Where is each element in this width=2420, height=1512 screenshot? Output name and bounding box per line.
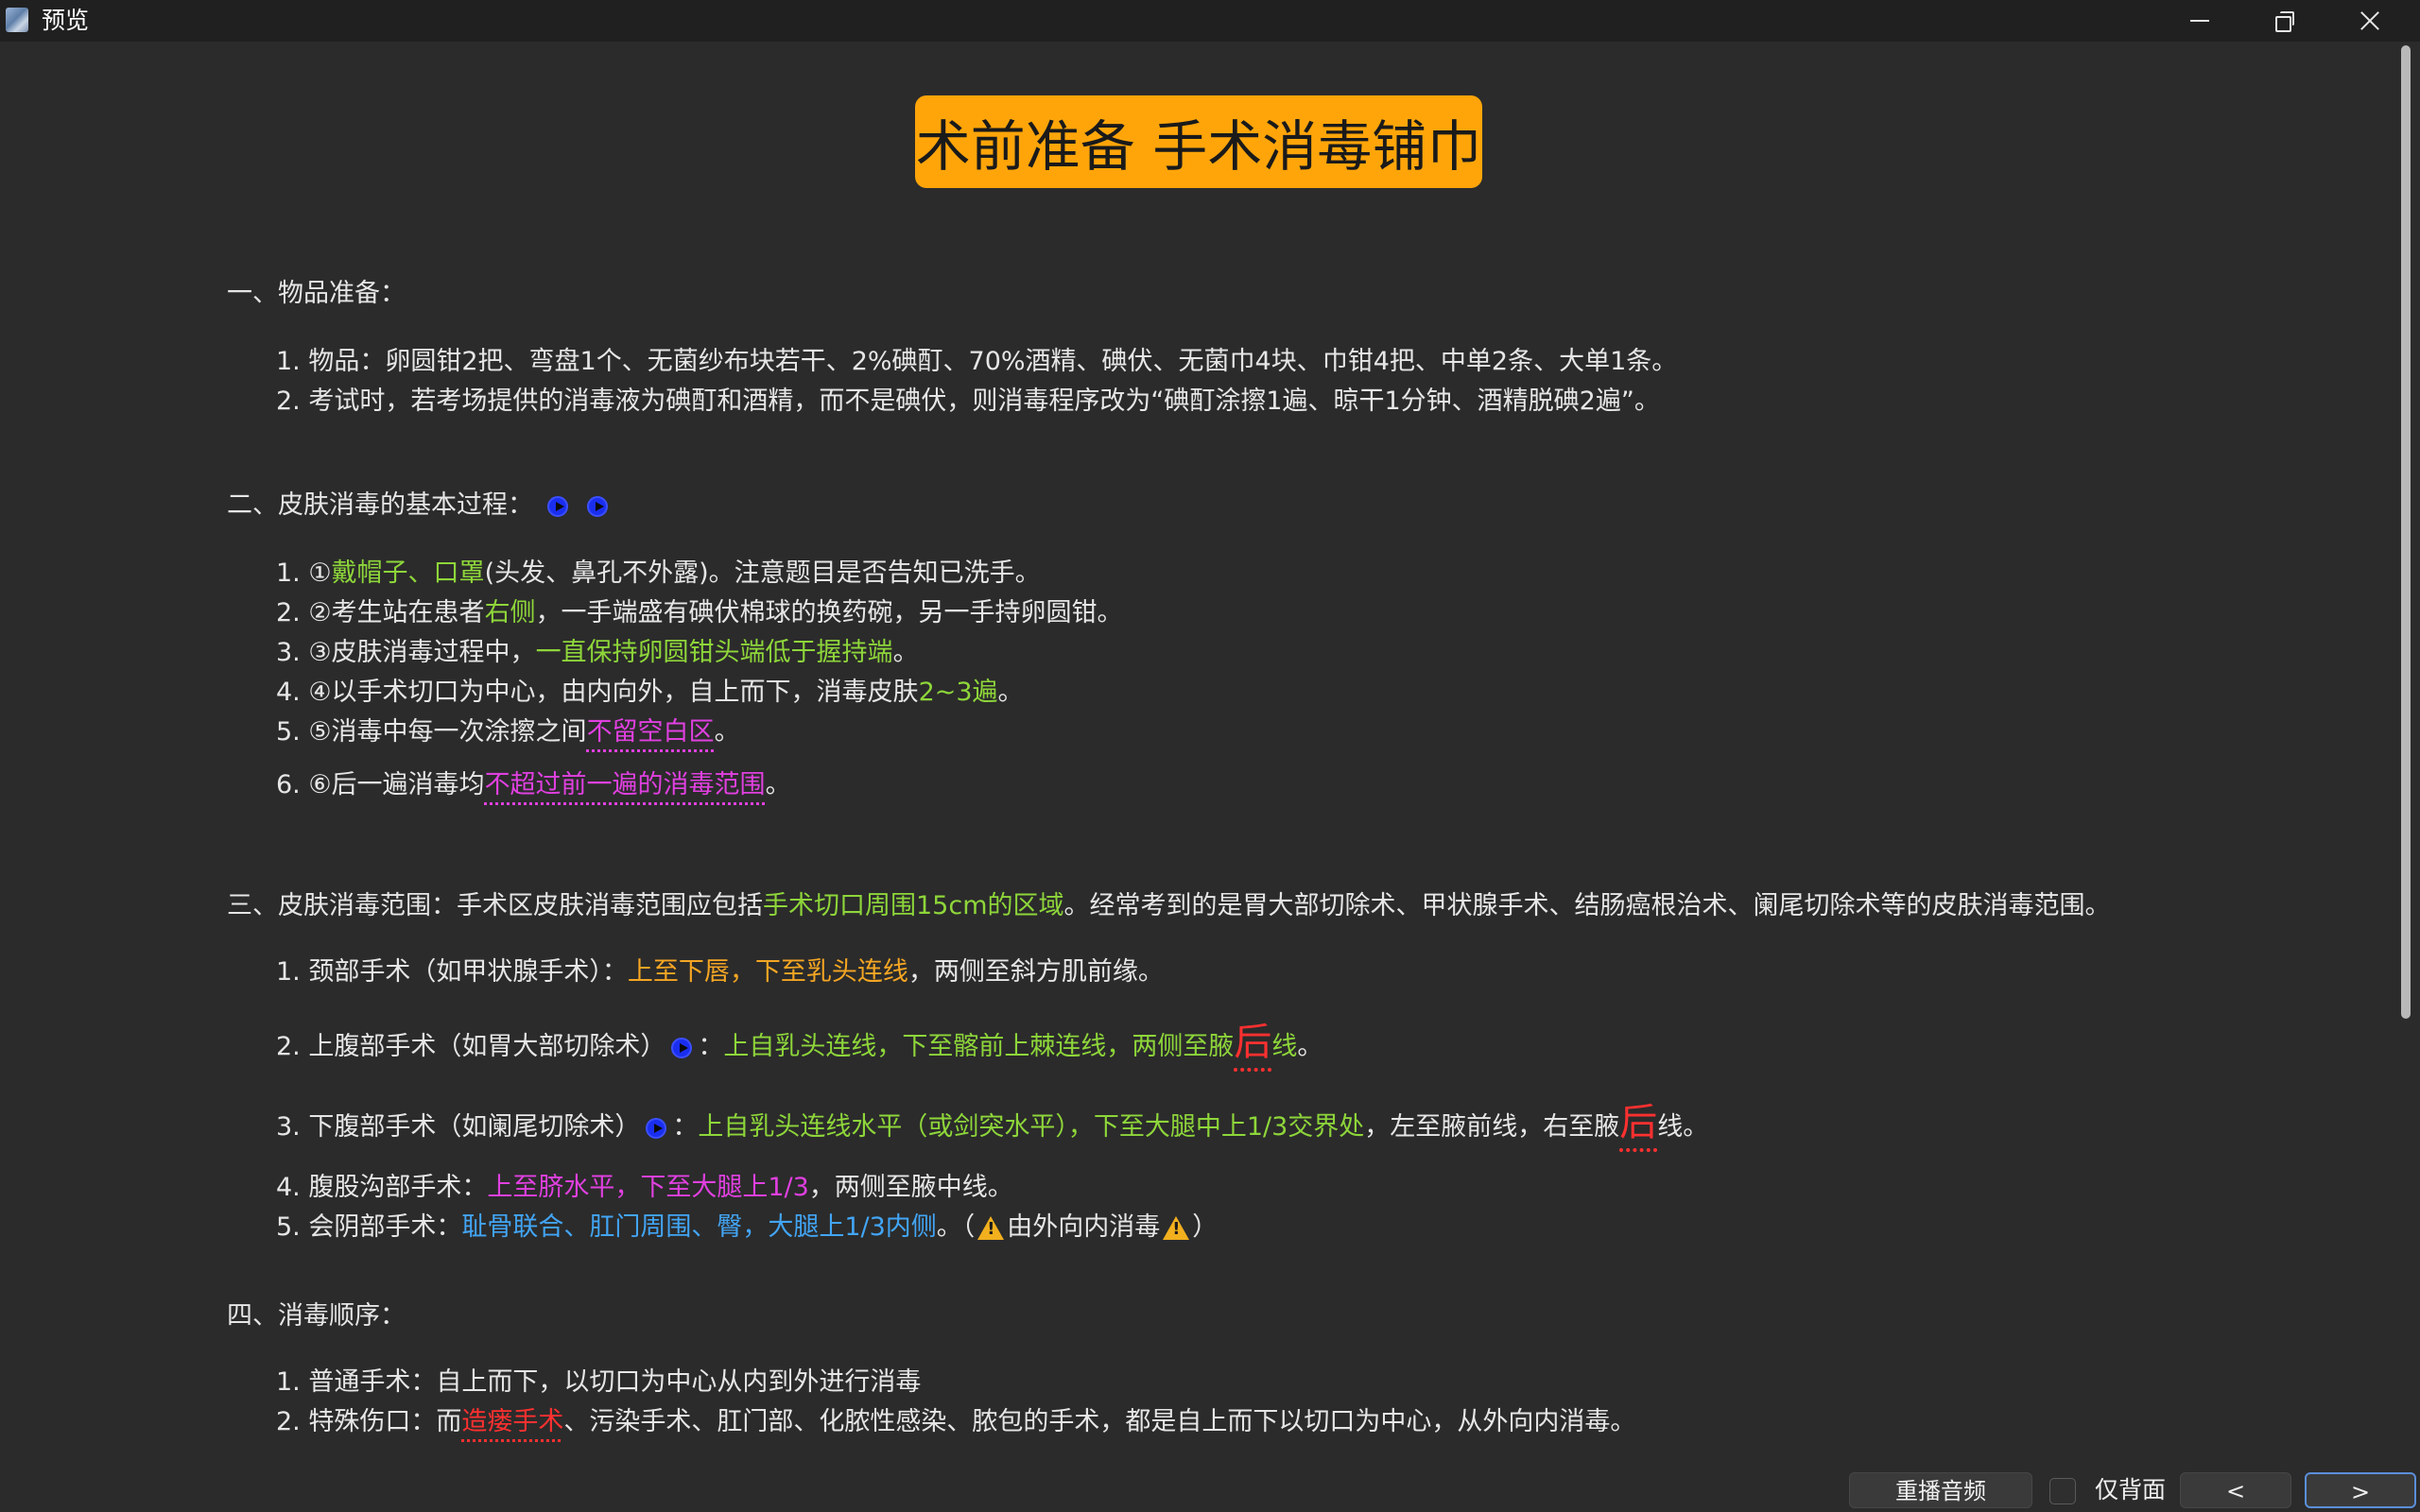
bottom-control-bar: 重播音频 仅背面 < > [0, 1469, 2420, 1512]
section-1-heading: 一、物品准备： [227, 279, 406, 308]
item-highlight: 不超过前一遍的消毒范围 [484, 770, 766, 799]
heading-text: 。经常考到的是胃大部切除术、甲状腺手术、结肠癌根治术、阑尾切除术等的皮肤消毒范围… [1063, 891, 2111, 920]
item-text: ： [698, 1032, 724, 1061]
minimize-icon [2190, 20, 2209, 22]
item-text: 。 [997, 678, 1024, 707]
scrollbar-thumb[interactable] [2401, 45, 2411, 1019]
item-highlight: 右侧 [484, 598, 536, 627]
item-text: 4. 腹股沟部手术： [276, 1173, 488, 1202]
next-button[interactable]: > [2305, 1472, 2416, 1508]
previous-button[interactable]: < [2180, 1472, 2291, 1508]
item-highlight: 上自乳头连线水平（或剑突水平），下至大腿中上1/3交界处 [698, 1112, 1365, 1142]
section-4-heading: 四、消毒顺序： [227, 1301, 406, 1331]
replay-audio-button[interactable]: 重播音频 [1849, 1472, 2032, 1508]
vertical-scrollbar[interactable] [2395, 45, 2416, 1028]
close-icon [2360, 10, 2380, 31]
item-highlight: 上至下唇，下至乳头连线 [627, 957, 908, 987]
item-highlight: 上自乳头连线，下至髂前上棘连线，两侧至腋 [723, 1032, 1235, 1061]
emphasis-char: 后 [1234, 1021, 1272, 1064]
play-audio-icon[interactable] [546, 495, 568, 517]
emphasis-char: 后 [1619, 1101, 1658, 1144]
item-text: 5. 会阴部手术： [276, 1212, 462, 1242]
section-3-item-3: 3. 下腹部手术（如阑尾切除术） ：上自乳头连线水平（或剑突水平），下至大腿中上1… [276, 1104, 1709, 1143]
heading-highlight: 手术切口周围15cm的区域 [763, 891, 1064, 920]
item-text: 2. ②考生站在患者 [276, 598, 485, 627]
item-text: (头发、鼻孔不外露)。注意题目是否告知已洗手。 [484, 558, 1041, 588]
restore-button[interactable] [2242, 0, 2327, 42]
section-2-item-5: 5. ⑤消毒中每一次涂擦之间不留空白区。 [276, 716, 740, 748]
item-text: ，左至腋前线，右至腋 [1364, 1112, 1620, 1142]
minimize-button[interactable] [2157, 0, 2242, 42]
item-text: 线。 [1657, 1112, 1709, 1142]
section-2-item-2: 2. ②考生站在患者右侧，一手端盛有碘伏棉球的换药碗，另一手持卵圆钳。 [276, 597, 1123, 629]
section-3-heading: 三、皮肤消毒范围：手术区皮肤消毒范围应包括手术切口周围15cm的区域。经常考到的… [227, 890, 2111, 922]
play-audio-icon[interactable] [587, 495, 609, 517]
section-3-item-2: 2. 上腹部手术（如胃大部切除术） ：上自乳头连线，下至髂前上棘连线，两侧至腋后线… [276, 1023, 1323, 1063]
item-highlight: 不留空白区 [586, 717, 715, 747]
item-text: 。 [714, 717, 740, 747]
item-text: 3. 下腹部手术（如阑尾切除术） [276, 1112, 641, 1142]
item-text: 。 [892, 638, 919, 667]
item-text: 。 [1297, 1032, 1323, 1061]
item-text: 2. 特殊伤口：而 [276, 1407, 462, 1436]
item-text: 5. ⑤消毒中每一次涂擦之间 [276, 717, 587, 747]
item-text: 、污染手术、肛门部、化脓性感染、脓包的手术，都是自上而下以切口为中心，从外向内消… [563, 1407, 1636, 1436]
window-title: 预览 [42, 7, 90, 34]
section-2-heading: 二、皮肤消毒的基本过程： [227, 490, 614, 522]
item-text: ） [1192, 1212, 1219, 1242]
item-text: 。 [765, 770, 791, 799]
item-text: ： [672, 1112, 699, 1142]
section-1-item-1: 1. 物品：卵圆钳2把、弯盘1个、无菌纱布块若干、2%碘酊、70%酒精、碘伏、无… [276, 347, 1678, 376]
item-text: 1. ① [276, 558, 332, 588]
item-text: 4. ④以手术切口为中心，由内向外，自上而下，消毒皮肤 [276, 678, 919, 707]
section-4-item-2: 2. 特殊伤口：而造瘘手术、污染手术、肛门部、化脓性感染、脓包的手术，都是自上而… [276, 1406, 1635, 1438]
play-audio-icon[interactable] [671, 1037, 693, 1058]
section-3-item-5: 5. 会阴部手术：耻骨联合、肛门周围、臀，大腿上1/3内侧。（ 由外向内消毒 ） [276, 1211, 1218, 1244]
item-highlight: 一直保持卵圆钳头端低于握持端 [535, 638, 893, 667]
app-icon [6, 8, 28, 32]
item-highlight: 2~3遍 [918, 678, 998, 707]
item-text: 。（ [936, 1212, 976, 1242]
warning-icon [1163, 1215, 1190, 1241]
close-button[interactable] [2327, 0, 2412, 42]
section-2-item-4: 4. ④以手术切口为中心，由内向外，自上而下，消毒皮肤2~3遍。 [276, 677, 1024, 709]
item-highlight: 耻骨联合、肛门周围、臀，大腿上1/3内侧 [461, 1212, 937, 1242]
item-highlight: 线 [1271, 1032, 1298, 1061]
item-text: 1. 颈部手术（如甲状腺手术）： [276, 957, 628, 987]
section-3-item-4: 4. 腹股沟部手术：上至脐水平，下至大腿上1/3，两侧至腋中线。 [276, 1172, 1013, 1204]
preview-content: 术前准备 手术消毒铺巾 一、物品准备： 1. 物品：卵圆钳2把、弯盘1个、无菌纱… [0, 42, 2392, 1469]
item-highlight: 造瘘手术 [461, 1407, 564, 1436]
section-1-item-2: 2. 考试时，若考场提供的消毒液为碘酊和酒精，而不是碘伏，则消毒程序改为“碘酊涂… [276, 387, 1660, 416]
section-3-item-1: 1. 颈部手术（如甲状腺手术）：上至下唇，下至乳头连线，两侧至斜方肌前缘。 [276, 956, 1164, 988]
item-highlight: 戴帽子、口罩 [331, 558, 485, 588]
item-text: ，两侧至腋中线。 [808, 1173, 1013, 1202]
item-text: 由外向内消毒 [1007, 1212, 1161, 1242]
back-only-checkbox[interactable] [2049, 1478, 2076, 1504]
item-text: 2. 上腹部手术（如胃大部切除术） [276, 1032, 666, 1061]
title-bar: 预览 [0, 0, 2420, 42]
section-2-item-1: 1. ①戴帽子、口罩(头发、鼻孔不外露)。注意题目是否告知已洗手。 [276, 558, 1041, 590]
play-audio-icon[interactable] [646, 1117, 667, 1139]
item-text: 3. ③皮肤消毒过程中， [276, 638, 536, 667]
section-4-item-1: 1. 普通手术：自上而下，以切口为中心从内到外进行消毒 [276, 1367, 922, 1397]
heading-text: 三、皮肤消毒范围：手术区皮肤消毒范围应包括 [227, 891, 763, 920]
warning-icon [977, 1215, 1005, 1241]
page-title: 术前准备 手术消毒铺巾 [915, 95, 1482, 188]
item-highlight: 上至脐水平，下至大腿上1/3 [487, 1173, 809, 1202]
section-2-item-6: 6. ⑥后一遍消毒均不超过前一遍的消毒范围。 [276, 769, 791, 801]
restore-icon [2275, 11, 2294, 32]
section-2-item-3: 3. ③皮肤消毒过程中，一直保持卵圆钳头端低于握持端。 [276, 637, 919, 669]
section-2-heading-text: 二、皮肤消毒的基本过程： [227, 490, 533, 520]
item-text: 6. ⑥后一遍消毒均 [276, 770, 485, 799]
back-only-label: 仅背面 [2095, 1476, 2167, 1503]
item-text: ，一手端盛有碘伏棉球的换药碗，另一手持卵圆钳。 [535, 598, 1123, 627]
item-text: ，两侧至斜方肌前缘。 [908, 957, 1164, 987]
